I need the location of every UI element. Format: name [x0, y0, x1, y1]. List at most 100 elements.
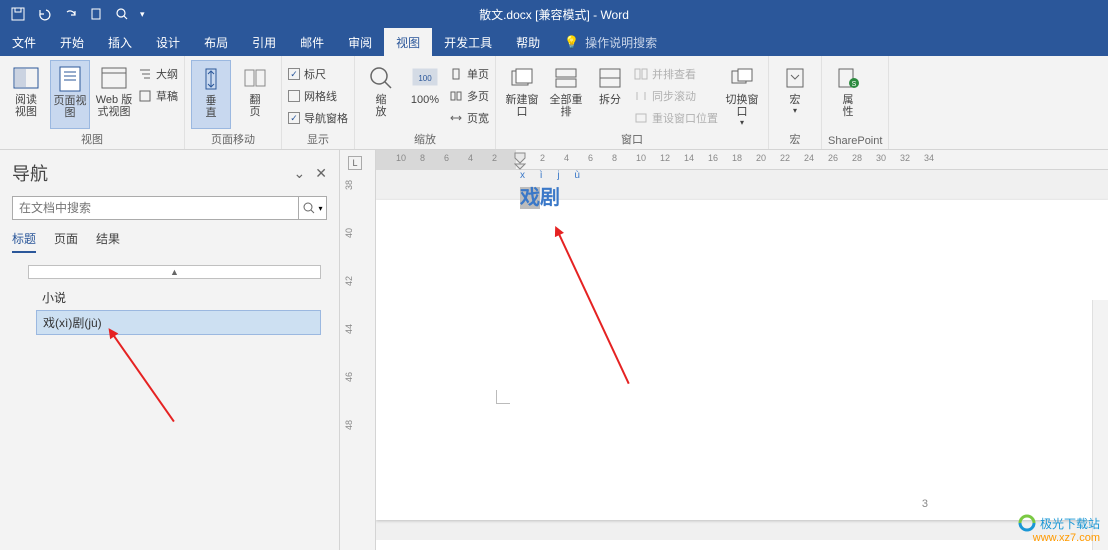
nav-search-box[interactable]: ▾ — [12, 196, 327, 220]
annotation-arrow-1 — [110, 331, 175, 422]
page-number: 3 — [922, 498, 928, 510]
gridlines-checkbox[interactable]: 网格线 — [288, 86, 348, 106]
vertical-ruler: L 384042444648 — [340, 150, 376, 550]
new-file-button[interactable] — [84, 2, 108, 26]
tab-review[interactable]: 审阅 — [336, 28, 384, 56]
tab-home[interactable]: 开始 — [48, 28, 96, 56]
switch-window-button[interactable]: 切换窗口 ▾ — [722, 60, 762, 129]
undo-button[interactable] — [32, 2, 56, 26]
group-page-move-label: 页面移动 — [191, 129, 275, 147]
main-area: 导航 ⌄ ✕ ▾ 标题 页面 结果 ▲ 小说 戏(xì)剧(jù) L 3840… — [0, 150, 1108, 550]
tell-me-label: 操作说明搜索 — [585, 34, 657, 51]
nav-tab-pages[interactable]: 页面 — [54, 230, 78, 253]
headings-list: 小说 戏(xì)剧(jù) — [0, 285, 339, 336]
read-mode-button[interactable]: 阅读 视图 — [6, 60, 46, 129]
tab-view[interactable]: 视图 — [384, 28, 432, 56]
search-input[interactable] — [13, 197, 298, 219]
vertical-icon — [197, 65, 225, 93]
group-macros-label: 宏 — [775, 129, 815, 147]
tab-selector[interactable]: L — [348, 156, 362, 170]
tab-insert[interactable]: 插入 — [96, 28, 144, 56]
page-4[interactable] — [376, 540, 1108, 550]
outline-button[interactable]: 大纲 — [138, 64, 178, 84]
tab-layout[interactable]: 布局 — [192, 28, 240, 56]
collapse-handle[interactable]: ▲ — [28, 265, 321, 279]
ruby-pinyin: x ì j ù — [520, 170, 586, 181]
group-zoom-label: 缩放 — [361, 129, 489, 147]
tab-design[interactable]: 设计 — [144, 28, 192, 56]
indent-marker[interactable] — [514, 152, 524, 168]
document-area: 108642246810121416182022242628303234 x ì… — [376, 150, 1108, 550]
side-to-side-button[interactable]: 翻 页 — [235, 60, 275, 129]
web-layout-icon — [100, 64, 128, 92]
properties-button[interactable]: S 属 性 — [828, 60, 868, 133]
multi-page-button[interactable]: 多页 — [449, 86, 489, 106]
heading-item[interactable]: 小说 — [36, 286, 321, 309]
page-corner-mark — [496, 390, 510, 404]
qat-dropdown-icon[interactable]: ▾ — [136, 9, 149, 20]
horizontal-ruler[interactable]: 108642246810121416182022242628303234 — [376, 150, 1108, 170]
one-page-button[interactable]: 单页 — [449, 64, 489, 84]
svg-text:100: 100 — [418, 74, 432, 83]
navigation-pane: 导航 ⌄ ✕ ▾ 标题 页面 结果 ▲ 小说 戏(xì)剧(jù) — [0, 150, 340, 550]
tab-developer[interactable]: 开发工具 — [432, 28, 504, 56]
checkbox-checked-icon — [288, 112, 300, 124]
page-width-button[interactable]: 页宽 — [449, 108, 489, 128]
sync-scroll-button: 同步滚动 — [634, 86, 718, 106]
macros-button[interactable]: 宏 ▾ — [775, 60, 815, 129]
new-window-button[interactable]: 新建窗口 — [502, 60, 542, 129]
zoom-icon — [367, 64, 395, 92]
arrange-icon — [552, 64, 580, 92]
print-layout-button[interactable]: 页面视图 — [50, 60, 90, 129]
group-views-label: 视图 — [6, 129, 178, 147]
zoom-button[interactable]: 缩 放 — [361, 60, 401, 129]
window-title: 散文.docx [兼容模式] - Word — [479, 6, 629, 23]
redo-button[interactable] — [58, 2, 82, 26]
tell-me-search[interactable]: 💡 操作说明搜索 — [552, 28, 657, 56]
tab-file[interactable]: 文件 — [0, 28, 48, 56]
side-icon — [241, 64, 269, 92]
nav-dropdown-icon[interactable]: ⌄ — [294, 165, 306, 182]
vertical-scroll-button[interactable]: 垂 直 — [191, 60, 231, 129]
tab-help[interactable]: 帮助 — [504, 28, 552, 56]
print-preview-button[interactable] — [110, 2, 134, 26]
tab-references[interactable]: 引用 — [240, 28, 288, 56]
logo-icon — [1018, 514, 1036, 532]
arrange-all-button[interactable]: 全部重排 — [546, 60, 586, 129]
checkbox-icon — [288, 90, 300, 102]
reset-window-button: 重设窗口位置 — [634, 108, 718, 128]
ribbon: 阅读 视图 页面视图 Web 版式视图 大纲 草稿 视图 垂 直 — [0, 56, 1108, 150]
search-icon — [302, 201, 316, 215]
split-icon — [596, 64, 624, 92]
nav-tab-headings[interactable]: 标题 — [12, 230, 36, 253]
draft-button[interactable]: 草稿 — [138, 86, 178, 106]
selected-text: 戏 — [520, 187, 540, 209]
svg-text:S: S — [852, 81, 857, 88]
watermark: 极光下载站 www.xz7.com — [1018, 514, 1100, 544]
ruler-checkbox[interactable]: 标尺 — [288, 64, 348, 84]
split-button[interactable]: 拆分 — [590, 60, 630, 129]
title-bar: ▾ 散文.docx [兼容模式] - Word — [0, 0, 1108, 28]
document-heading[interactable]: x ì j ù 戏剧 — [520, 170, 586, 210]
group-macros: 宏 ▾ 宏 — [769, 56, 822, 149]
nav-close-icon[interactable]: ✕ — [315, 165, 327, 182]
group-show-label: 显示 — [288, 129, 348, 147]
save-button[interactable] — [6, 2, 30, 26]
read-mode-icon — [12, 64, 40, 92]
search-button[interactable]: ▾ — [298, 197, 326, 219]
group-window: 新建窗口 全部重排 拆分 并排查看 同步滚动 重设窗口位置 切换窗口 ▾ 窗口 — [496, 56, 769, 149]
quick-access-toolbar: ▾ — [0, 2, 149, 26]
web-layout-button[interactable]: Web 版式视图 — [94, 60, 134, 129]
nav-pane-checkbox[interactable]: 导航窗格 — [288, 108, 348, 128]
group-sharepoint-label: SharePoint — [828, 133, 882, 147]
new-window-icon — [508, 64, 536, 92]
nav-tab-results[interactable]: 结果 — [96, 230, 120, 253]
group-window-label: 窗口 — [502, 129, 762, 147]
print-layout-icon — [56, 65, 84, 93]
group-page-move: 垂 直 翻 页 页面移动 — [185, 56, 282, 149]
page-3[interactable]: x ì j ù 戏剧 3 — [376, 200, 1108, 520]
heading-item-selected[interactable]: 戏(xì)剧(jù) — [36, 310, 321, 335]
tab-mailings[interactable]: 邮件 — [288, 28, 336, 56]
vertical-scrollbar[interactable] — [1092, 300, 1108, 550]
zoom-100-button[interactable]: 100 100% — [405, 60, 445, 129]
